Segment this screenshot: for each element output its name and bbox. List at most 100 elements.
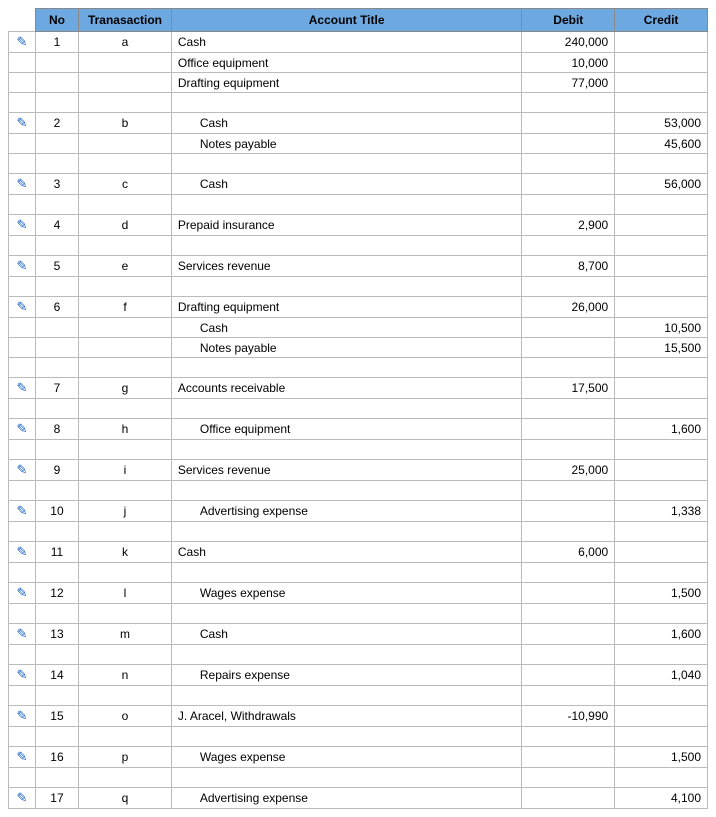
edit-pencil-icon[interactable]: ✎	[16, 258, 27, 274]
transaction-cell: o	[79, 706, 172, 727]
edit-pencil-icon[interactable]: ✎	[16, 626, 27, 642]
account-title-cell: Notes payable	[171, 134, 522, 154]
table-row: ✎5eServices revenue8,700	[9, 256, 708, 277]
transaction-cell: a	[79, 32, 172, 53]
edit-cell[interactable]: ✎	[9, 460, 36, 481]
account-title-cell	[171, 481, 522, 501]
credit-cell	[615, 277, 708, 297]
credit-cell	[615, 73, 708, 93]
header-no: No	[35, 9, 78, 32]
edit-cell	[9, 358, 36, 378]
debit-cell: 10,000	[522, 53, 615, 73]
account-title-cell: Drafting equipment	[171, 297, 522, 318]
no-cell	[35, 727, 78, 747]
transaction-cell	[79, 73, 172, 93]
edit-pencil-icon[interactable]: ✎	[16, 217, 27, 233]
edit-cell[interactable]: ✎	[9, 583, 36, 604]
edit-pencil-icon[interactable]: ✎	[16, 380, 27, 396]
account-title-cell	[171, 440, 522, 460]
table-row: Notes payable45,600	[9, 134, 708, 154]
edit-cell[interactable]: ✎	[9, 174, 36, 195]
debit-cell	[522, 399, 615, 419]
debit-cell	[522, 134, 615, 154]
credit-cell: 53,000	[615, 113, 708, 134]
debit-cell: 2,900	[522, 215, 615, 236]
no-cell: 17	[35, 788, 78, 809]
debit-cell	[522, 318, 615, 338]
edit-cell[interactable]: ✎	[9, 788, 36, 809]
account-title-cell: Cash	[171, 542, 522, 563]
transaction-cell	[79, 727, 172, 747]
transaction-cell: l	[79, 583, 172, 604]
edit-cell[interactable]: ✎	[9, 706, 36, 727]
transaction-cell: i	[79, 460, 172, 481]
debit-cell	[522, 665, 615, 686]
account-title-cell: Accounts receivable	[171, 378, 522, 399]
edit-pencil-icon[interactable]: ✎	[16, 34, 27, 50]
account-title-cell	[171, 277, 522, 297]
edit-cell[interactable]: ✎	[9, 215, 36, 236]
credit-cell	[615, 604, 708, 624]
transaction-cell	[79, 481, 172, 501]
credit-cell: 1,040	[615, 665, 708, 686]
no-cell: 8	[35, 419, 78, 440]
debit-cell: 77,000	[522, 73, 615, 93]
edit-pencil-icon[interactable]: ✎	[16, 299, 27, 315]
transaction-cell: c	[79, 174, 172, 195]
table-row: Cash10,500	[9, 318, 708, 338]
edit-cell[interactable]: ✎	[9, 297, 36, 318]
account-title-cell: Cash	[171, 174, 522, 195]
account-title-cell: Cash	[171, 32, 522, 53]
edit-cell[interactable]: ✎	[9, 256, 36, 277]
transaction-cell: d	[79, 215, 172, 236]
credit-cell: 15,500	[615, 338, 708, 358]
edit-pencil-icon[interactable]: ✎	[16, 176, 27, 192]
edit-pencil-icon[interactable]: ✎	[16, 585, 27, 601]
table-row	[9, 236, 708, 256]
edit-cell	[9, 399, 36, 419]
edit-cell[interactable]: ✎	[9, 747, 36, 768]
edit-pencil-icon[interactable]: ✎	[16, 708, 27, 724]
debit-cell	[522, 195, 615, 215]
table-row	[9, 686, 708, 706]
edit-pencil-icon[interactable]: ✎	[16, 462, 27, 478]
edit-cell[interactable]: ✎	[9, 32, 36, 53]
edit-pencil-icon[interactable]: ✎	[16, 749, 27, 765]
edit-cell[interactable]: ✎	[9, 624, 36, 645]
edit-pencil-icon[interactable]: ✎	[16, 421, 27, 437]
header-credit: Credit	[615, 9, 708, 32]
debit-cell	[522, 768, 615, 788]
credit-cell	[615, 93, 708, 113]
account-title-cell	[171, 399, 522, 419]
credit-cell: 56,000	[615, 174, 708, 195]
edit-cell[interactable]: ✎	[9, 542, 36, 563]
edit-cell[interactable]: ✎	[9, 501, 36, 522]
edit-pencil-icon[interactable]: ✎	[16, 503, 27, 519]
no-cell: 5	[35, 256, 78, 277]
table-row	[9, 768, 708, 788]
table-row: ✎8hOffice equipment1,600	[9, 419, 708, 440]
edit-pencil-icon[interactable]: ✎	[16, 544, 27, 560]
credit-cell	[615, 440, 708, 460]
edit-pencil-icon[interactable]: ✎	[16, 115, 27, 131]
account-title-cell: Services revenue	[171, 256, 522, 277]
no-cell: 13	[35, 624, 78, 645]
credit-cell	[615, 563, 708, 583]
account-title-cell	[171, 93, 522, 113]
edit-pencil-icon[interactable]: ✎	[16, 790, 27, 806]
edit-pencil-icon[interactable]: ✎	[16, 667, 27, 683]
debit-cell	[522, 113, 615, 134]
debit-cell	[522, 481, 615, 501]
edit-cell	[9, 318, 36, 338]
transaction-cell	[79, 686, 172, 706]
edit-cell[interactable]: ✎	[9, 113, 36, 134]
transaction-cell	[79, 236, 172, 256]
no-cell	[35, 93, 78, 113]
edit-cell[interactable]: ✎	[9, 378, 36, 399]
account-title-cell	[171, 522, 522, 542]
credit-cell: 1,600	[615, 624, 708, 645]
edit-cell	[9, 338, 36, 358]
edit-cell[interactable]: ✎	[9, 419, 36, 440]
debit-cell	[522, 624, 615, 645]
edit-cell[interactable]: ✎	[9, 665, 36, 686]
